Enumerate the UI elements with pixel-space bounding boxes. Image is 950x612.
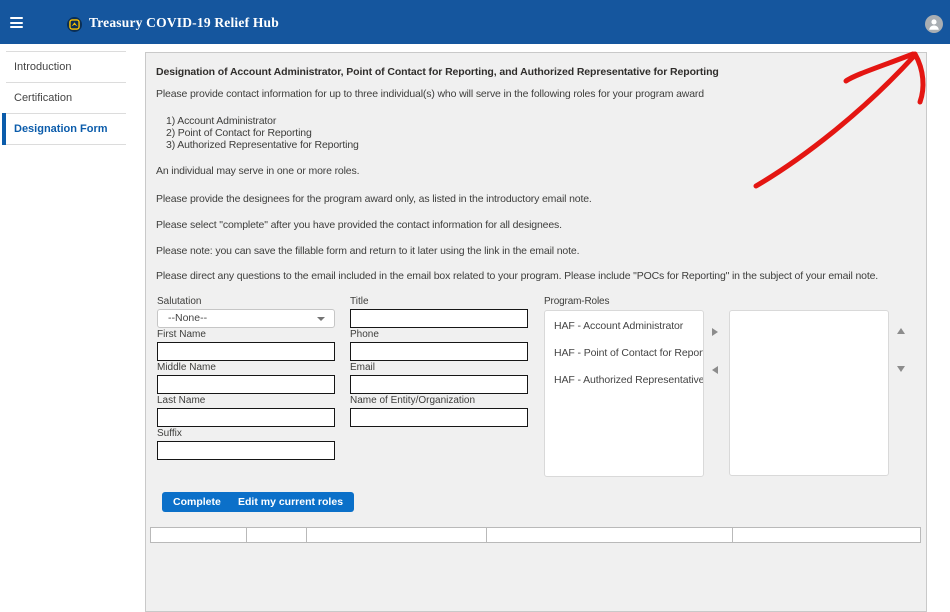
instruction-paragraph: Please select "complete" after you have … xyxy=(156,219,562,231)
field-label: Last Name xyxy=(157,395,335,406)
instruction-paragraph: Please provide the designees for the pro… xyxy=(156,193,592,205)
intro-text: Please provide contact information for u… xyxy=(156,88,704,100)
phone-input[interactable] xyxy=(350,342,528,361)
suffix-input[interactable] xyxy=(157,441,335,460)
sidebar-nav-list: Introduction Certification Designation F… xyxy=(6,51,126,145)
instruction-paragraph: Please note: you can save the fillable f… xyxy=(156,245,579,257)
move-right-icon[interactable] xyxy=(712,328,718,336)
field-label: Suffix xyxy=(157,428,335,439)
title-input[interactable] xyxy=(350,309,528,328)
move-left-icon[interactable] xyxy=(712,366,718,374)
app-title: Treasury COVID-19 Relief Hub xyxy=(89,0,279,44)
title-field: Title xyxy=(350,296,528,328)
role-list-item: 3) Authorized Representative for Reporti… xyxy=(166,139,359,151)
field-label: Middle Name xyxy=(157,362,335,373)
program-role-option[interactable]: HAF - Authorized Representative fo... xyxy=(545,370,703,397)
salutation-field: Salutation --None-- xyxy=(157,296,335,328)
middle-name-input[interactable] xyxy=(157,375,335,394)
program-role-option[interactable]: HAF - Account Administrator xyxy=(545,316,703,343)
app-header: Treasury COVID-19 Relief Hub xyxy=(0,0,950,44)
chevron-down-icon xyxy=(317,317,325,321)
move-up-icon[interactable] xyxy=(897,328,905,334)
email-field: Email xyxy=(350,362,528,394)
role-list-item: 1) Account Administrator xyxy=(166,115,276,127)
program-roles-selected-list[interactable] xyxy=(729,310,889,476)
field-label: Email xyxy=(350,362,528,373)
content-panel: Designation of Account Administrator, Po… xyxy=(145,52,927,612)
table-edge xyxy=(150,527,921,543)
email-input[interactable] xyxy=(350,375,528,394)
phone-field: Phone xyxy=(350,329,528,361)
field-label: Salutation xyxy=(157,296,335,307)
move-down-icon[interactable] xyxy=(897,366,905,372)
menu-icon[interactable] xyxy=(10,17,24,29)
field-label: First Name xyxy=(157,329,335,340)
salutation-selected-value: --None-- xyxy=(168,310,207,327)
instruction-paragraph: An individual may serve in one or more r… xyxy=(156,165,359,177)
first-name-input[interactable] xyxy=(157,342,335,361)
last-name-field: Last Name xyxy=(157,395,335,427)
table-column-divider xyxy=(732,528,733,542)
sidebar-item-designation-form[interactable]: Designation Form xyxy=(6,114,126,145)
table-column-divider xyxy=(486,528,487,542)
suffix-field: Suffix xyxy=(157,428,335,460)
program-roles-available-list[interactable]: HAF - Account Administrator HAF - Point … xyxy=(544,310,704,477)
salutation-select[interactable]: --None-- xyxy=(157,309,335,328)
table-column-divider xyxy=(246,528,247,542)
page-title: Designation of Account Administrator, Po… xyxy=(156,66,719,78)
field-label: Phone xyxy=(350,329,528,340)
field-label: Name of Entity/Organization xyxy=(350,395,528,406)
program-role-option[interactable]: HAF - Point of Contact for Reporting xyxy=(545,343,703,370)
first-name-field: First Name xyxy=(157,329,335,361)
treasury-logo-icon xyxy=(67,17,82,32)
sidebar-item-label: Certification xyxy=(14,92,72,104)
sidebar-item-introduction[interactable]: Introduction xyxy=(6,52,126,83)
sidebar-item-label: Designation Form xyxy=(14,123,108,135)
field-label: Title xyxy=(350,296,528,307)
sidebar-item-certification[interactable]: Certification xyxy=(6,83,126,114)
sidebar: Introduction Certification Designation F… xyxy=(0,44,133,532)
role-list-item: 2) Point of Contact for Reporting xyxy=(166,127,312,139)
edit-current-roles-button[interactable]: Edit my current roles xyxy=(227,492,354,512)
user-avatar-icon[interactable] xyxy=(925,15,943,33)
entity-field: Name of Entity/Organization xyxy=(350,395,528,427)
program-roles-label: Program-Roles xyxy=(544,296,609,307)
middle-name-field: Middle Name xyxy=(157,362,335,394)
sidebar-item-label: Introduction xyxy=(14,61,71,73)
last-name-input[interactable] xyxy=(157,408,335,427)
complete-button[interactable]: Complete xyxy=(162,492,232,512)
instruction-paragraph: Please direct any questions to the email… xyxy=(156,270,878,282)
table-column-divider xyxy=(306,528,307,542)
entity-input[interactable] xyxy=(350,408,528,427)
